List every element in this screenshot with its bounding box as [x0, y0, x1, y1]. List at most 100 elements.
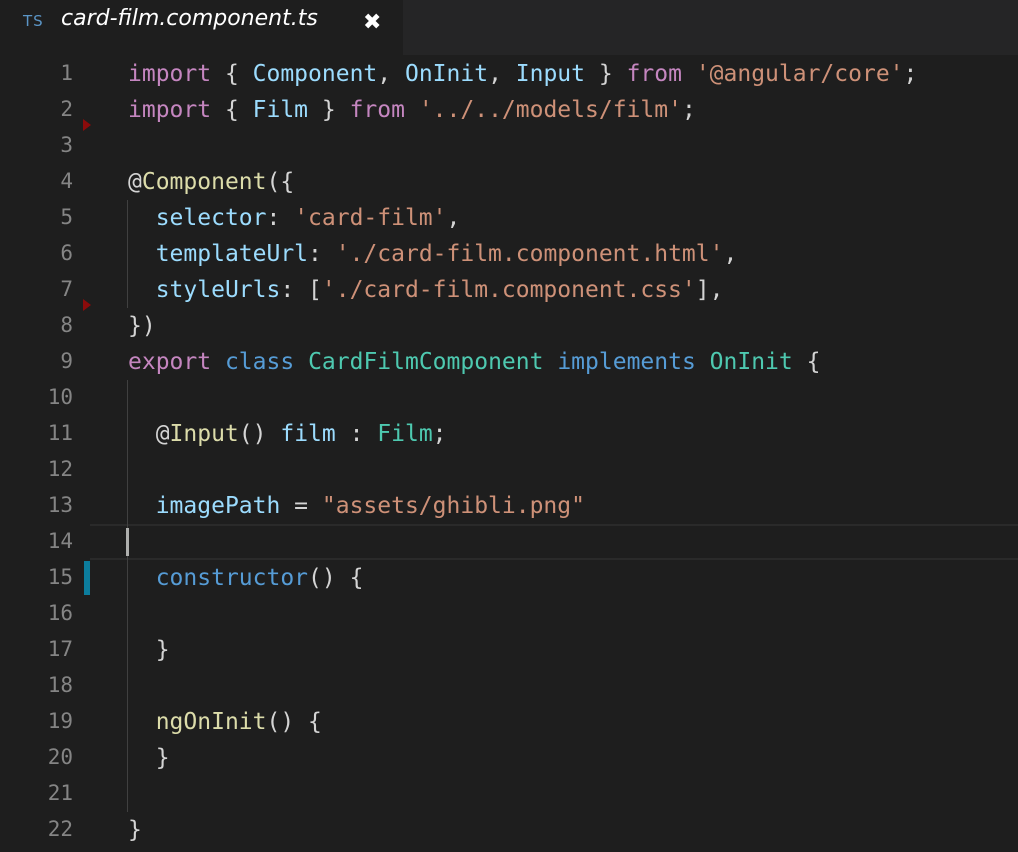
code-editor[interactable]: 1 import { Component, OnInit, Input } fro… — [0, 55, 1018, 852]
code-token: : — [266, 205, 295, 231]
code-token: ; — [681, 97, 696, 123]
code-line[interactable]: 6 templateUrl: './card-film.component.ht… — [0, 236, 1018, 272]
code-text: } — [128, 817, 142, 843]
text-cursor — [126, 528, 129, 556]
code-line[interactable]: 5 selector: 'card-film', — [0, 200, 1018, 236]
line-number: 8 — [60, 313, 73, 337]
code-token: @ — [128, 169, 142, 195]
code-line[interactable]: 11 @Input() film : Film; — [0, 416, 1018, 452]
indent-guide — [127, 200, 128, 308]
close-tab-icon[interactable]: ✖ — [363, 10, 381, 35]
code-token: ngOnInit — [155, 709, 267, 735]
code-line[interactable]: 21 — [0, 776, 1018, 812]
code-token: , — [723, 241, 738, 267]
line-number: 3 — [60, 133, 73, 157]
code-text: }) — [128, 313, 156, 339]
line-number: 1 — [60, 61, 73, 85]
typescript-file-icon: TS — [23, 12, 44, 30]
code-token: Film — [377, 421, 433, 447]
code-line[interactable]: 20 } — [0, 740, 1018, 776]
line-number: 15 — [47, 565, 73, 589]
code-token: templateUrl — [155, 241, 309, 267]
code-line[interactable]: 16 — [0, 596, 1018, 632]
code-token: './card-film.component.css' — [321, 277, 696, 303]
code-line[interactable]: 12 — [0, 452, 1018, 488]
code-token: ; — [903, 61, 918, 87]
code-text: import { Film } from '../../models/film'… — [128, 97, 696, 123]
fold-marker-icon[interactable] — [83, 299, 91, 311]
code-text: ngOnInit() { — [128, 709, 322, 735]
code-line[interactable]: 1 import { Component, OnInit, Input } fro… — [0, 56, 1018, 92]
code-line[interactable]: 3 — [0, 128, 1018, 164]
code-token: , — [488, 61, 516, 87]
code-token: selector — [155, 205, 267, 231]
code-line[interactable]: 17 } — [0, 632, 1018, 668]
code-line[interactable]: 22} — [0, 812, 1018, 848]
code-token: ; — [432, 421, 447, 447]
code-token: OnInit — [404, 61, 489, 87]
code-token: film — [280, 421, 336, 447]
code-text: templateUrl: './card-film.component.html… — [128, 241, 738, 267]
tab-filename: card-film.component.ts — [61, 6, 318, 31]
code-text: export class CardFilmComponent implement… — [128, 349, 820, 375]
line-number: 22 — [47, 817, 73, 841]
code-text: import { Component, OnInit, Input } from… — [128, 61, 917, 87]
code-line[interactable]: 14 — [0, 524, 1018, 560]
code-token: = — [280, 493, 322, 519]
code-line[interactable]: 19 ngOnInit() { — [0, 704, 1018, 740]
code-line[interactable]: 15 constructor() { — [0, 560, 1018, 596]
code-line[interactable]: 8}) — [0, 308, 1018, 344]
code-line[interactable]: 4 @Component({ — [0, 164, 1018, 200]
line-number: 11 — [47, 421, 73, 445]
code-token: './card-film.component.html' — [335, 241, 724, 267]
code-token: : — [308, 241, 336, 267]
line-number: 13 — [47, 493, 73, 517]
code-token: } — [128, 817, 142, 843]
code-token: () { — [308, 565, 364, 591]
code-token: export — [128, 349, 212, 375]
code-line[interactable]: 2 import { Film } from '../../models/film… — [0, 92, 1018, 128]
code-token: constructor — [155, 565, 309, 591]
code-token: '../../models/film' — [418, 97, 682, 123]
code-token: CardFilmComponent — [308, 349, 544, 375]
code-line[interactable]: 13 imagePath = "assets/ghibli.png" — [0, 488, 1018, 524]
fold-marker-icon[interactable] — [83, 119, 91, 131]
editor-tab-active[interactable]: TS card-film.component.ts ✖ — [0, 0, 403, 55]
code-token: OnInit — [709, 349, 793, 375]
code-token: } — [585, 61, 627, 87]
code-token: from — [349, 97, 405, 123]
line-number: 10 — [47, 385, 73, 409]
code-token: () { — [266, 709, 322, 735]
line-number: 18 — [47, 673, 73, 697]
code-line[interactable]: 9 export class CardFilmComponent implemen… — [0, 344, 1018, 380]
code-token: "assets/ghibli.png" — [321, 493, 585, 519]
code-line[interactable]: 18 — [0, 668, 1018, 704]
code-token: } — [128, 745, 170, 771]
code-text: constructor() { — [128, 565, 364, 591]
indent-guide — [127, 380, 128, 812]
code-token: class — [224, 349, 295, 375]
code-line[interactable]: 10 — [0, 380, 1018, 416]
code-token: } — [128, 637, 170, 663]
code-text: selector: 'card-film', — [128, 205, 461, 231]
line-number: 2 — [60, 97, 73, 121]
code-token: @ — [128, 421, 170, 447]
code-token: } — [308, 97, 350, 123]
code-token: Input — [169, 421, 239, 447]
code-token: 'card-film' — [294, 205, 447, 231]
line-number: 6 — [60, 241, 73, 265]
code-token: ], — [695, 277, 724, 303]
code-line[interactable]: 7 styleUrls: ['./card-film.component.css… — [0, 272, 1018, 308]
git-modified-indicator — [84, 561, 90, 595]
line-number: 16 — [47, 601, 73, 625]
code-token: Component — [252, 61, 378, 87]
code-token: Component — [141, 169, 267, 195]
code-token: }) — [128, 313, 156, 339]
code-token: : [ — [280, 277, 322, 303]
